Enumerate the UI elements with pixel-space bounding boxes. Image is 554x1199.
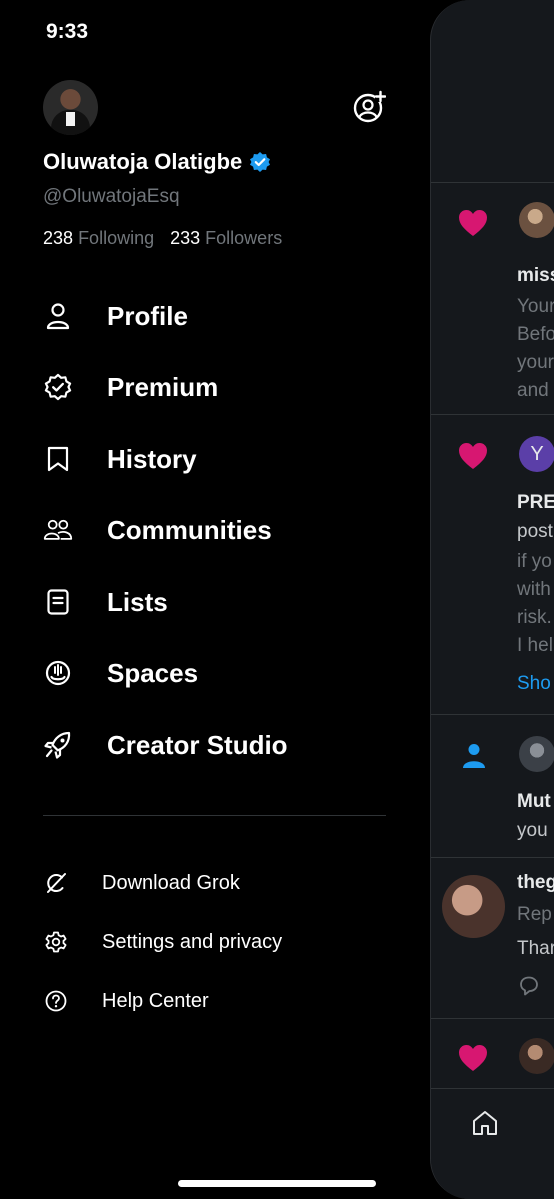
nav-item-creator-studio[interactable]: Creator Studio: [0, 715, 430, 775]
divider: [431, 414, 554, 415]
avatar[interactable]: [519, 736, 554, 772]
notification-text: your: [517, 352, 554, 373]
menu-item-label: Help Center: [102, 989, 209, 1012]
notification-text: Your: [517, 296, 554, 317]
notification-text: Befo: [517, 324, 554, 345]
followers-label: Followers: [205, 228, 283, 248]
following-label: Following: [78, 228, 155, 248]
nav-item-label: Profile: [107, 300, 188, 331]
verified-badge-icon: [43, 372, 73, 402]
menu-item-label: Settings and privacy: [102, 930, 283, 953]
menu-item-help-center[interactable]: Help Center: [0, 978, 430, 1024]
bookmark-icon: [43, 444, 73, 474]
menu-item-download-grok[interactable]: Download Grok: [0, 860, 430, 906]
notification-name: miss: [517, 265, 554, 286]
profile-name-row[interactable]: Oluwatoja Olatigbe: [43, 149, 271, 175]
header-divider: [431, 182, 554, 183]
avatar[interactable]: [519, 1038, 554, 1074]
avatar[interactable]: [519, 202, 554, 238]
nav-item-label: Creator Studio: [107, 729, 288, 760]
heart-icon: [459, 1045, 487, 1071]
home-icon[interactable]: [471, 1109, 499, 1137]
verified-badge-icon: [250, 152, 271, 172]
profile-name: Oluwatoja Olatigbe: [43, 149, 243, 174]
nav-item-label: Lists: [107, 586, 168, 617]
notification-text: if yo: [517, 551, 552, 572]
notification-text: risk.: [517, 607, 552, 628]
divider: [431, 1018, 554, 1019]
divider: [431, 714, 554, 715]
side-drawer: Oluwatoja Olatigbe @OluwatojaEsq 238 Fol…: [0, 0, 430, 1199]
menu-item-settings-privacy[interactable]: Settings and privacy: [0, 919, 430, 965]
notification-text: Thar: [517, 938, 554, 959]
notification-text: I hel: [517, 635, 553, 656]
followers-count: 233: [170, 228, 201, 248]
avatar[interactable]: Y: [519, 436, 554, 472]
nav-item-communities[interactable]: Communities: [0, 500, 430, 560]
divider: [431, 857, 554, 858]
menu-item-label: Download Grok: [102, 871, 240, 894]
help-icon: [43, 988, 69, 1014]
list-icon: [43, 587, 73, 617]
show-more-link[interactable]: Sho: [517, 673, 551, 695]
avatar[interactable]: [43, 80, 98, 135]
followers-link[interactable]: 233 Followers: [170, 228, 282, 249]
nav-item-history[interactable]: History: [0, 429, 430, 489]
home-indicator[interactable]: [178, 1180, 376, 1187]
people-icon: [43, 515, 73, 545]
notification-text: and: [517, 380, 549, 401]
spaces-icon: [43, 658, 73, 688]
notification-text: PRE: [517, 492, 554, 513]
notification-text: post: [517, 521, 553, 542]
profile-handle[interactable]: @OluwatojaEsq: [43, 186, 180, 208]
notification-text: Mut: [517, 791, 551, 812]
nav-item-label: Spaces: [107, 657, 199, 688]
heart-icon: [459, 443, 487, 469]
notification-text: you: [517, 820, 548, 841]
nav-item-label: Premium: [107, 371, 219, 402]
bottom-tab-bar: [431, 1088, 554, 1199]
following-link[interactable]: 238 Following: [43, 228, 154, 249]
person-icon: [43, 301, 73, 331]
notification-text: with: [517, 579, 551, 600]
nav-item-label: History: [107, 443, 197, 474]
nav-item-lists[interactable]: Lists: [0, 572, 430, 632]
reply-icon[interactable]: [517, 975, 541, 997]
rocket-icon: [43, 730, 73, 760]
divider: [43, 815, 386, 816]
following-count: 238: [43, 228, 74, 248]
notifications-timeline-peek[interactable]: miss Your Befo your and Y PRE post if yo…: [430, 0, 554, 1199]
nav-item-profile[interactable]: Profile: [0, 286, 430, 346]
person-icon: [463, 744, 485, 768]
avatar[interactable]: [442, 875, 505, 938]
nav-item-spaces[interactable]: Spaces: [0, 643, 430, 703]
follow-stats: 238 Following 233 Followers: [43, 228, 282, 249]
notification-name: theg: [517, 872, 554, 893]
notification-text: Rep: [517, 904, 552, 925]
nav-item-label: Communities: [107, 514, 272, 545]
gear-icon: [43, 929, 69, 955]
grok-icon: [43, 870, 69, 896]
nav-item-premium[interactable]: Premium: [0, 357, 430, 417]
heart-icon: [459, 210, 487, 236]
add-account-icon[interactable]: [352, 90, 386, 124]
